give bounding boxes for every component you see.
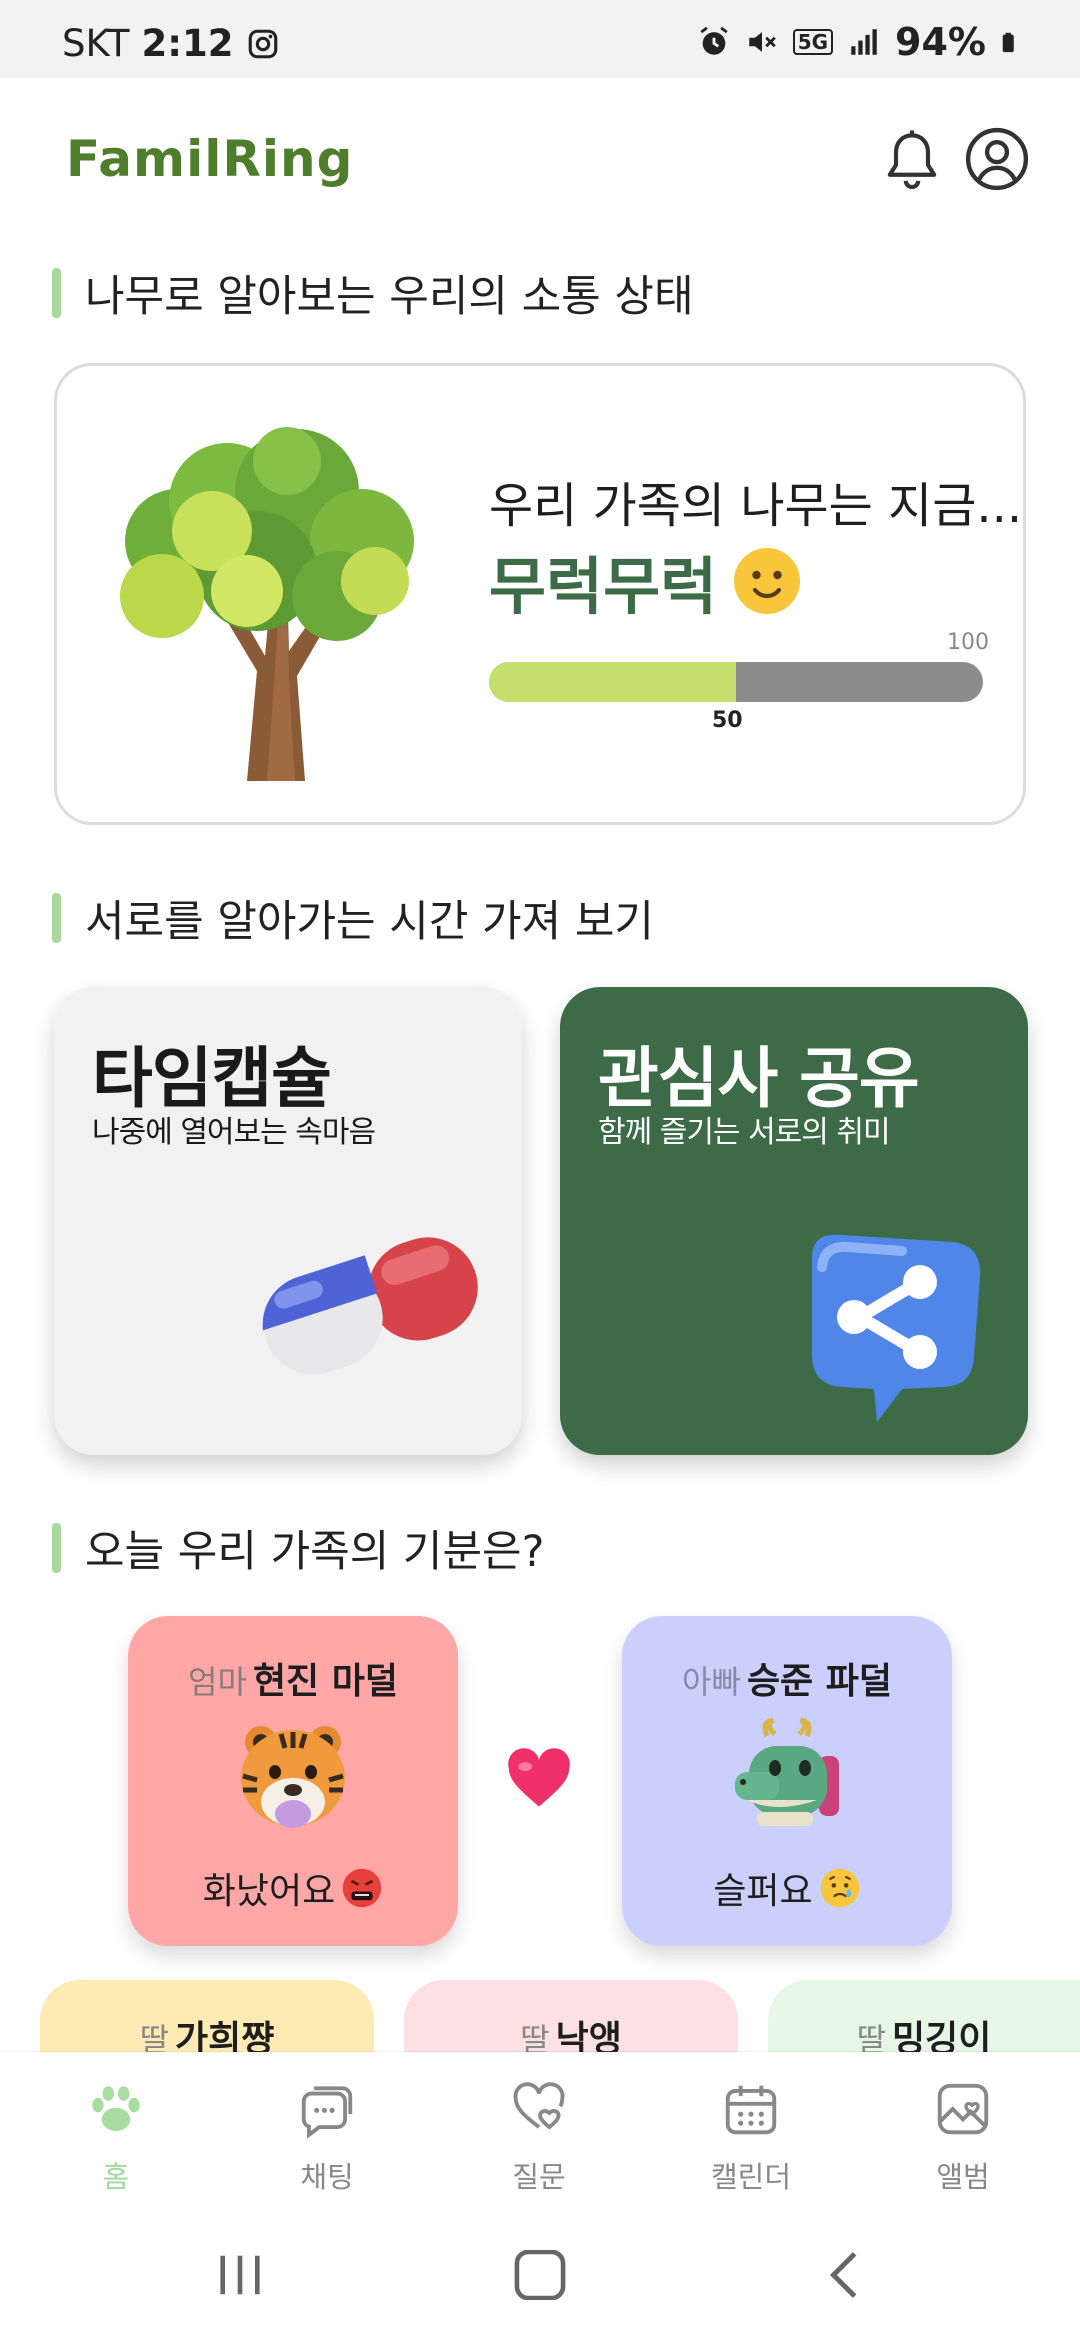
- mood-section-title: 오늘 우리 가족의 기분은?: [52, 1520, 545, 1577]
- paw-icon: [92, 2086, 140, 2131]
- tree-status-card[interactable]: 우리 가족의 나무는 지금... 무럭무럭 100 50: [54, 363, 1026, 825]
- network-label: 5G: [792, 29, 834, 55]
- member-name: 엄마 현진 마덜: [128, 1652, 458, 1704]
- member-nickname: 현진 마덜: [252, 1661, 398, 1702]
- nav-label: 질문: [512, 2160, 566, 2194]
- section-accent-bar: [52, 893, 61, 943]
- capsule-pill-icon: [262, 1237, 478, 1375]
- mood-label: 화났어요: [202, 1871, 336, 1912]
- profile-icon[interactable]: [964, 126, 1030, 192]
- member-role: 아빠: [682, 1663, 741, 1701]
- communication-progress-bar: [489, 662, 983, 702]
- interest-share-subtitle: 함께 즐기는 서로의 취미: [598, 1115, 891, 1150]
- tree-caption: 우리 가족의 나무는 지금...: [489, 478, 1023, 534]
- app-header: FamilRing: [0, 78, 1080, 238]
- member-mood: 화났어요: [128, 1862, 458, 1914]
- tree-status-label: 무럭무럭: [489, 550, 718, 623]
- status-left: SKT 2:12: [62, 22, 280, 65]
- nav-label: 캘린더: [710, 2160, 792, 2194]
- alarm-icon: [700, 26, 728, 55]
- progress-max-label: 100: [947, 630, 989, 655]
- heart-icon: [508, 1748, 570, 1807]
- battery-icon: [1002, 32, 1014, 53]
- nav-label: 채팅: [300, 2160, 354, 2194]
- member-role: 엄마: [188, 1663, 247, 1701]
- section-title-text: 나무로 알아보는 우리의 소통 상태: [85, 272, 694, 322]
- angry-face-icon: [342, 1868, 382, 1908]
- heart-chat-icon: [513, 2082, 565, 2130]
- tree-icon: [120, 427, 414, 781]
- nav-item-album[interactable]: 앨범: [883, 2078, 1043, 2198]
- nav-item-calendar[interactable]: 캘린더: [671, 2078, 831, 2198]
- tree-status: 무럭무럭: [489, 536, 803, 626]
- nav-item-chat[interactable]: 채팅: [247, 2078, 407, 2198]
- time-capsule-card[interactable]: 타임캡슐 나중에 열어보는 속마음: [54, 987, 522, 1455]
- app-logo[interactable]: FamilRing: [66, 130, 353, 188]
- mood-card-dad[interactable]: 아빠 승준 파덜 슬퍼요: [622, 1616, 952, 1946]
- status-right: 5G 94%: [697, 20, 1022, 64]
- recents-icon[interactable]: [210, 2250, 270, 2300]
- carrier-label: SKT: [62, 22, 130, 65]
- signal-icon: [851, 29, 877, 55]
- tiger-icon: [241, 1726, 345, 1828]
- progress-fill: [489, 662, 736, 702]
- nav-item-home[interactable]: 홈: [36, 2078, 196, 2198]
- home-icon[interactable]: [510, 2250, 570, 2300]
- member-name: 아빠 승준 파덜: [622, 1652, 952, 1704]
- interest-share-card[interactable]: 관심사 공유 함께 즐기는 서로의 취미: [560, 987, 1028, 1455]
- mood-label: 슬퍼요: [713, 1871, 813, 1912]
- nav-label: 앨범: [936, 2160, 990, 2194]
- progress-value-label: 50: [712, 708, 743, 733]
- bell-icon[interactable]: [882, 128, 942, 192]
- calendar-icon: [725, 2085, 777, 2135]
- clock: 2:12: [141, 22, 234, 65]
- section-title-text: 오늘 우리 가족의 기분은?: [85, 1527, 545, 1577]
- section-accent-bar: [52, 1523, 61, 1573]
- mute-icon: [748, 32, 776, 52]
- section-title-text: 서로를 알아가는 시간 가져 보기: [85, 897, 654, 947]
- status-bar: SKT 2:12 5G 94%: [0, 0, 1080, 78]
- bottom-navigation: 홈 채팅 질문 캘린더 앨범: [0, 2052, 1080, 2212]
- battery-percent: 94%: [895, 20, 986, 64]
- nav-item-question[interactable]: 질문: [459, 2078, 619, 2198]
- tree-section-title: 나무로 알아보는 우리의 소통 상태: [52, 265, 694, 322]
- album-icon: [937, 2083, 989, 2135]
- section-accent-bar: [52, 268, 61, 318]
- mood-card-mom[interactable]: 엄마 현진 마덜 화났어요: [128, 1616, 458, 1946]
- smile-emoji-icon: [734, 548, 801, 614]
- back-icon[interactable]: [815, 2250, 875, 2300]
- sad-face-icon: [820, 1868, 859, 1908]
- member-mood: 슬퍼요: [622, 1862, 952, 1914]
- time-section-title: 서로를 알아가는 시간 가져 보기: [52, 890, 654, 947]
- system-navigation-bar: [0, 2212, 1080, 2340]
- time-capsule-subtitle: 나중에 열어보는 속마음: [92, 1115, 376, 1150]
- share-bubble-icon: [812, 1234, 981, 1422]
- chat-icon: [301, 2086, 353, 2139]
- nav-label: 홈: [102, 2160, 130, 2194]
- member-nickname: 승준 파덜: [746, 1661, 892, 1702]
- instagram-icon: [248, 29, 277, 58]
- dragon-icon: [735, 1717, 839, 1826]
